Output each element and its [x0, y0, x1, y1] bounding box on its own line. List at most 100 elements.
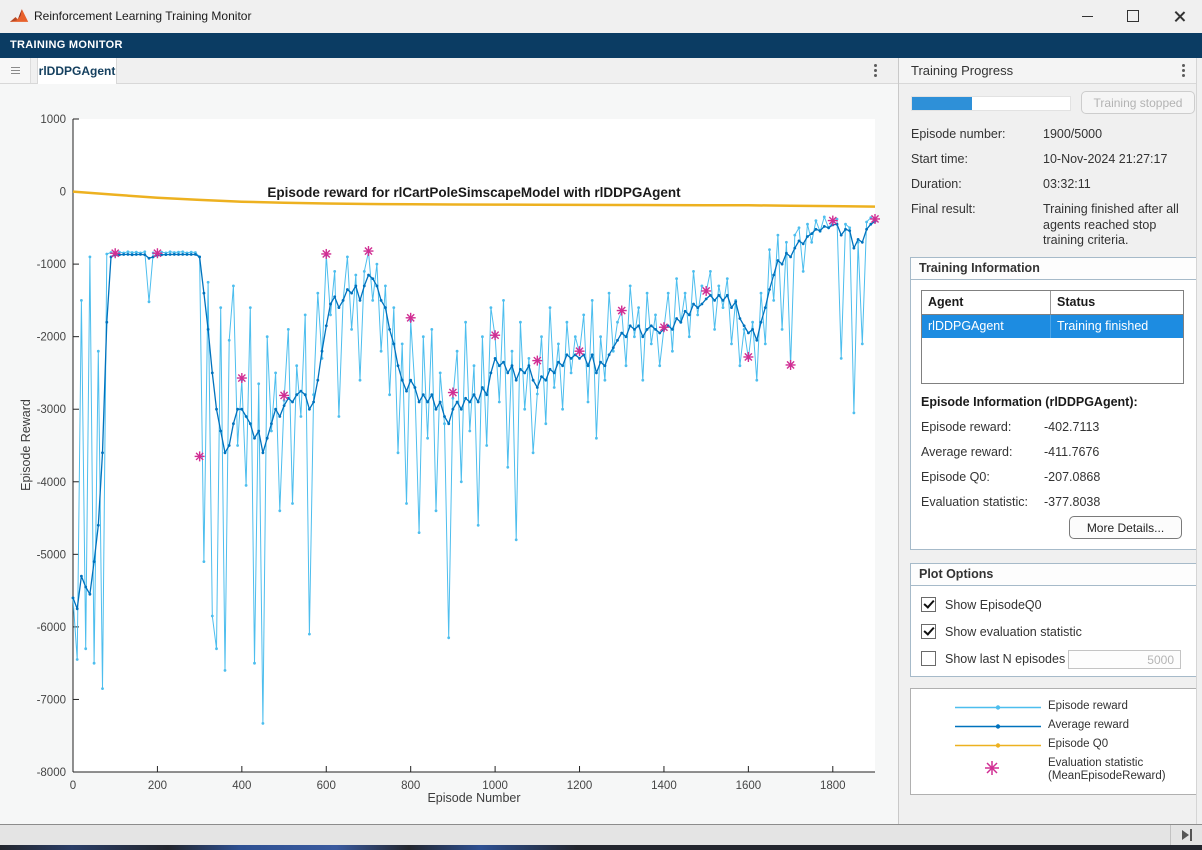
start-time-label: Start time:: [911, 152, 968, 166]
taskbar-sliver: [0, 845, 1202, 850]
svg-text:600: 600: [317, 780, 336, 792]
final-result-value: Training finished after all agents reach…: [1043, 202, 1195, 249]
plot-options-panel: Plot Options Show EpisodeQ0 Show evaluat…: [910, 563, 1197, 677]
episode-number-value: 1900/5000: [1043, 127, 1195, 143]
svg-text:400: 400: [232, 780, 251, 792]
show-last-n-episodes-label: Show last N episodes: [945, 652, 1065, 666]
training-progress-sidebar: Training Progress Training stopped Episo…: [898, 58, 1202, 824]
episode-q0-label: Episode Q0:: [921, 470, 990, 484]
sidebar-options-menu[interactable]: [1182, 64, 1192, 80]
svg-text:800: 800: [401, 780, 420, 792]
agent-cell: rlDDPGAgent: [922, 315, 1051, 338]
svg-text:-3000: -3000: [37, 404, 66, 416]
maximize-icon: [1127, 10, 1139, 22]
average-reward-label: Average reward:: [921, 445, 1013, 459]
close-button[interactable]: [1156, 0, 1202, 32]
sidebar-collapse-gutter: [1196, 58, 1202, 824]
duration-label: Duration:: [911, 177, 962, 191]
toolstrip-tab-training-monitor[interactable]: TRAINING MONITOR: [10, 33, 123, 58]
table-empty-area: [922, 338, 1183, 383]
minimize-icon: [1082, 16, 1093, 17]
reward-chart: 02004006008001000120014001600180010000-1…: [0, 84, 898, 824]
window-title: Reinforcement Learning Training Monitor: [34, 9, 251, 23]
show-episodeq0-checkbox[interactable]: [921, 597, 936, 612]
plot-area: [73, 119, 875, 772]
show-episodeq0-option[interactable]: Show EpisodeQ0: [921, 597, 1042, 612]
evaluation-statistic-asterisk-icon: [983, 759, 1001, 777]
kebab-menu-icon: [874, 64, 877, 67]
show-evaluation-statistic-label: Show evaluation statistic: [945, 625, 1082, 639]
svg-text:-4000: -4000: [37, 477, 66, 489]
episode-q0-swatch-icon: [955, 739, 1041, 752]
svg-text:-7000: -7000: [37, 694, 66, 706]
svg-text:-8000: -8000: [37, 767, 66, 779]
minimize-button[interactable]: [1064, 0, 1110, 32]
maximize-button[interactable]: [1110, 0, 1156, 32]
matlab-logo-icon: [10, 7, 29, 24]
svg-text:1800: 1800: [820, 780, 846, 792]
table-row[interactable]: rlDDPGAgent Training finished: [922, 315, 1183, 338]
svg-text:0: 0: [60, 187, 66, 199]
episode-information-title: Episode Information (rlDDPGAgent):: [921, 395, 1138, 409]
show-last-n-episodes-option[interactable]: Show last N episodes: [921, 651, 1065, 666]
legend-label-episode-reward: Episode reward: [1048, 700, 1128, 712]
more-details-button[interactable]: More Details...: [1069, 516, 1182, 539]
svg-text:-1000: -1000: [37, 259, 66, 271]
svg-text:1600: 1600: [736, 780, 762, 792]
last-n-episodes-input[interactable]: [1068, 650, 1181, 669]
legend-label-average-reward: Average reward: [1048, 719, 1129, 731]
svg-text:1200: 1200: [567, 780, 593, 792]
episode-number-label: Episode number:: [911, 127, 1006, 141]
start-time-value: 10-Nov-2024 21:27:17: [1043, 152, 1195, 168]
skip-to-end-icon[interactable]: [1182, 829, 1194, 841]
svg-text:0: 0: [70, 780, 76, 792]
show-evaluation-statistic-checkbox[interactable]: [921, 624, 936, 639]
show-evaluation-statistic-option[interactable]: Show evaluation statistic: [921, 624, 1082, 639]
hamburger-icon: [11, 67, 20, 68]
y-axis-label: Episode Reward: [19, 399, 33, 491]
episode-reward-swatch-icon: [955, 701, 1041, 714]
final-result-label: Final result:: [911, 202, 976, 216]
strip-divider: [1170, 825, 1171, 845]
status-column-header: Status: [1051, 291, 1180, 314]
show-last-n-episodes-checkbox[interactable]: [921, 651, 936, 666]
plot-options-title: Plot Options: [911, 564, 1196, 586]
episode-reward-label: Episode reward:: [921, 420, 1011, 434]
svg-text:-6000: -6000: [37, 622, 66, 634]
agent-column-header: Agent: [922, 291, 1051, 314]
svg-text:1400: 1400: [651, 780, 677, 792]
legend-label-evaluation-statistic-2: (MeanEpisodeReward): [1048, 770, 1166, 782]
show-episodeq0-label: Show EpisodeQ0: [945, 598, 1042, 612]
legend-item-episode-q0: Episode Q0: [911, 737, 1196, 753]
legend-label-evaluation-statistic: Evaluation statistic: [1048, 757, 1143, 769]
tab-drag-handle[interactable]: [0, 58, 31, 83]
evaluation-statistic-label: Evaluation statistic:: [921, 495, 1028, 509]
training-information-title: Training Information: [911, 258, 1196, 280]
episode-q0-value: -207.0868: [1044, 470, 1100, 484]
training-information-panel: Training Information Agent Status rlDDPG…: [910, 257, 1197, 550]
average-reward-value: -411.7676: [1044, 445, 1099, 459]
legend-item-average-reward: Average reward: [911, 718, 1196, 734]
close-icon: [1173, 10, 1186, 23]
legend-item-episode-reward: Episode reward: [911, 699, 1196, 715]
table-header-row: Agent Status: [922, 291, 1183, 315]
kebab-menu-icon: [1182, 64, 1185, 67]
training-progress-bar: [911, 96, 1071, 111]
svg-text:-2000: -2000: [37, 332, 66, 344]
agent-status-table: Agent Status rlDDPGAgent Training finish…: [921, 290, 1184, 384]
legend-panel: Episode reward Average reward Episode Q0: [910, 688, 1197, 795]
legend-label-episode-q0: Episode Q0: [1048, 738, 1108, 750]
svg-text:200: 200: [148, 780, 167, 792]
duration-value: 03:32:11: [1043, 177, 1195, 193]
chart-title: Episode reward for rlCartPoleSimscapeMod…: [267, 185, 681, 200]
svg-text:1000: 1000: [40, 114, 66, 126]
sidebar-title: Training Progress: [911, 58, 1013, 83]
training-stopped-button[interactable]: Training stopped: [1081, 91, 1195, 114]
toolstrip: TRAINING MONITOR: [0, 33, 1202, 58]
title-bar: Reinforcement Learning Training Monitor: [0, 0, 1202, 34]
app-window: Reinforcement Learning Training Monitor …: [0, 0, 1202, 850]
tab-rlddpgagent[interactable]: rlDDPGAgent: [37, 58, 117, 84]
evaluation-statistic-value: -377.8038: [1044, 495, 1100, 509]
svg-text:-5000: -5000: [37, 549, 66, 561]
tab-options-menu[interactable]: [874, 64, 884, 80]
